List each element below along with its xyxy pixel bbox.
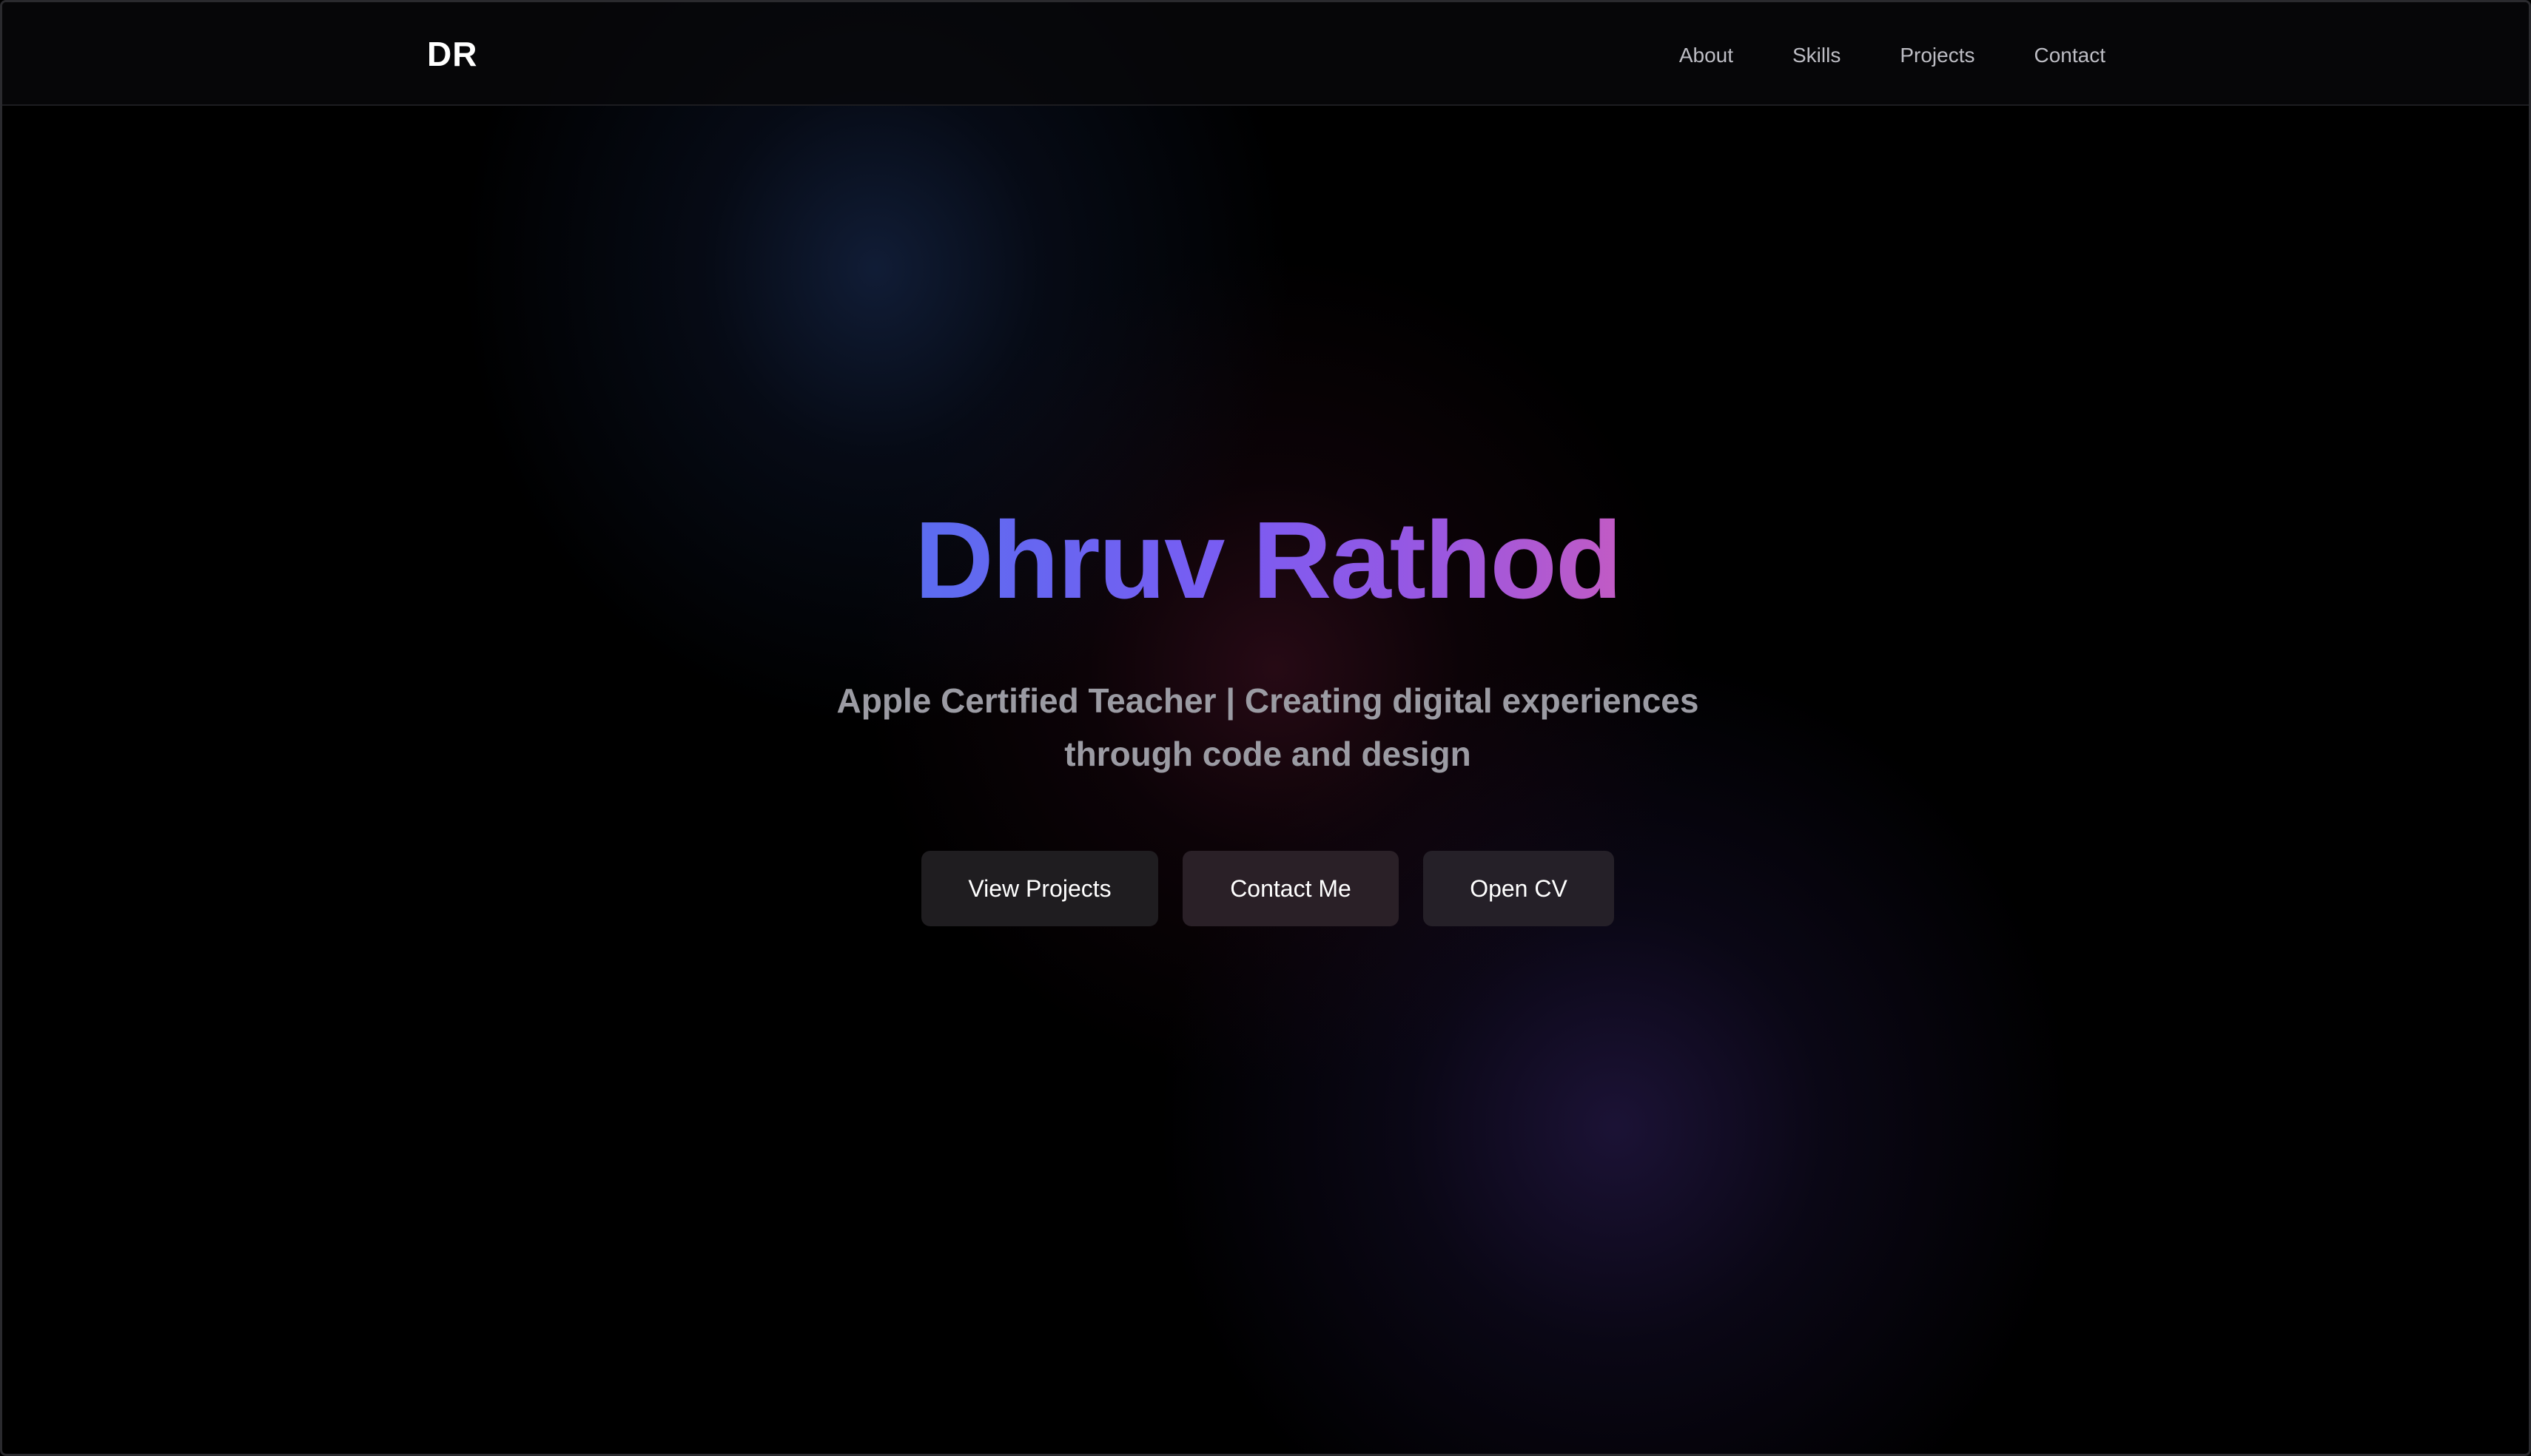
nav-link-projects[interactable]: Projects [1900,41,1974,70]
logo[interactable]: DR [427,32,477,76]
contact-me-button[interactable]: Contact Me [1183,851,1399,926]
nav-links: About Skills Projects Contact [1679,41,2105,70]
page: DR About Skills Projects Contact Dhruv R… [0,0,2531,1456]
nav-link-contact[interactable]: Contact [2034,41,2106,70]
open-cv-button[interactable]: Open CV [1423,851,1614,926]
hero-buttons: View Projects Contact Me Open CV [2,851,2529,926]
hero-title: Dhruv Rathod [2,498,2529,624]
nav-link-skills[interactable]: Skills [1792,41,1841,70]
view-projects-button[interactable]: View Projects [921,851,1158,926]
hero-title-text: Dhruv Rathod [914,499,1622,621]
navbar: DR About Skills Projects Contact [2,2,2529,106]
hero-subtitle: Apple Certified Teacher | Creating digit… [836,681,1699,773]
nav-link-about[interactable]: About [1679,41,1733,70]
